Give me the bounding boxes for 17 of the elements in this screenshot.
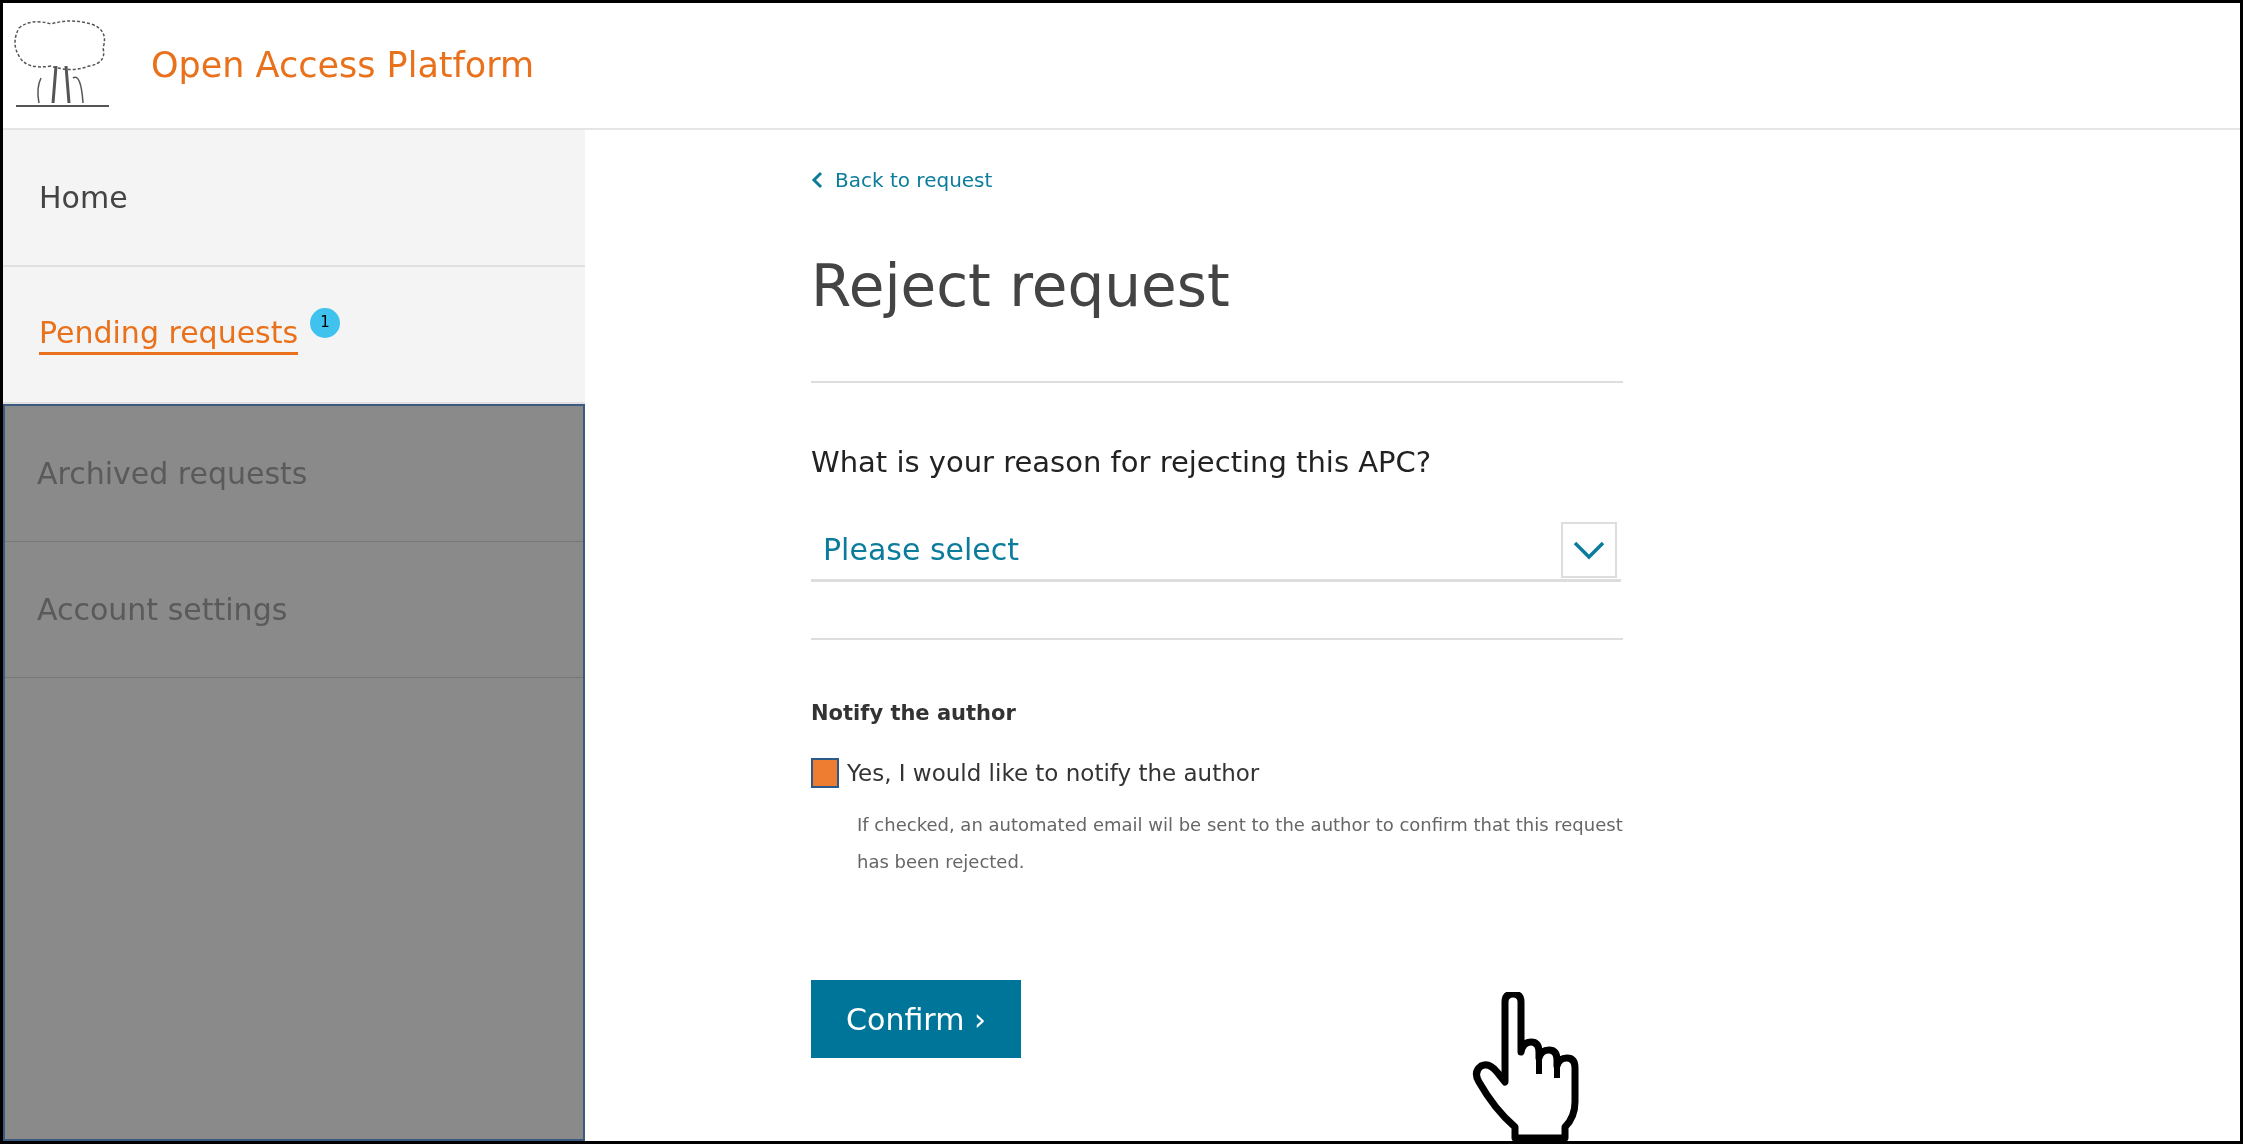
question-text: What is your reason for rejecting this APC?	[811, 443, 1433, 481]
sidebar-item[interactable]: Pending requests 1	[3, 267, 585, 404]
sidebar-item-label: Home	[39, 179, 128, 217]
sidebar-item[interactable]: Home	[3, 130, 585, 267]
app-title: Open Access Platform	[151, 44, 535, 88]
chevron-left-icon	[811, 171, 823, 189]
back-link[interactable]: Back to request	[811, 164, 1623, 196]
page-title: Reject request	[811, 251, 1231, 322]
notify-checkbox[interactable]	[811, 757, 839, 788]
help-text: If checked, an automated email wil be sent to the author to confirm that this request has been rejected.	[856, 813, 1623, 874]
confirm-button[interactable]: Confirm ›	[811, 980, 1021, 1058]
sidebar-item-label: Pending requests	[39, 314, 299, 355]
reason-select[interactable]: Please select	[811, 520, 1621, 582]
chevron-down-icon	[1561, 521, 1617, 578]
checkbox-label: Yes, I would like to notify the author	[847, 758, 1260, 788]
section-heading: Notify the author	[811, 700, 1017, 727]
count-badge: 1	[310, 307, 341, 338]
